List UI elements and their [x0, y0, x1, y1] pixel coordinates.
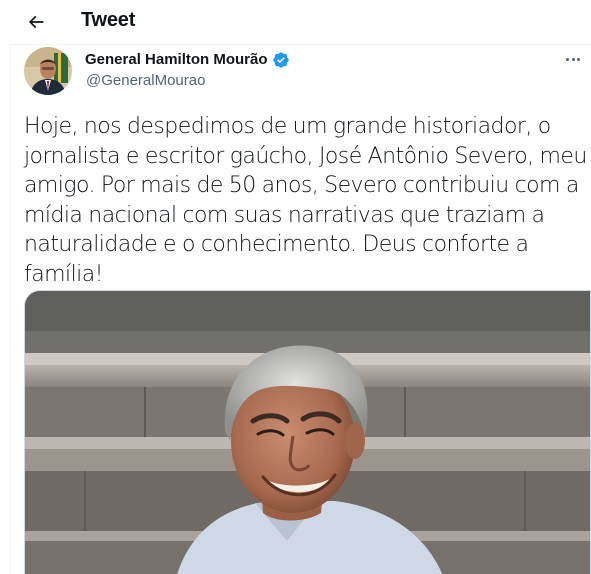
- author-avatar[interactable]: [24, 47, 72, 95]
- more-dot: [577, 57, 580, 61]
- verified-badge-icon: [273, 52, 289, 68]
- arrow-left-icon: [28, 15, 44, 29]
- tweet-text-line: Hoje, nos despedimos de um grande histor…: [24, 114, 551, 139]
- back-button[interactable]: [20, 6, 52, 38]
- author-handle[interactable]: @GeneralMourao: [86, 72, 205, 89]
- column-border: [10, 44, 11, 574]
- more-dot: [571, 57, 575, 61]
- header-divider: [10, 44, 591, 45]
- author-name[interactable]: General Hamilton Mourão: [85, 51, 268, 68]
- tweet-text-line: família!: [24, 261, 103, 287]
- more-options-button[interactable]: [566, 49, 591, 69]
- tweet-text-line: amigo. Por mais de 50 anos, Severo contr…: [24, 173, 579, 198]
- tweet-text-line: mídia nacional com suas narrativas que t…: [24, 202, 545, 228]
- tweet-photo[interactable]: [24, 290, 591, 574]
- tweet-text: Hoje, nos despedimos de um grande histor…: [24, 112, 587, 289]
- tweet-page: Tweet General Hamilton Mourão @GeneralMo…: [0, 0, 591, 574]
- tweet-text-line: naturalidade e o conhecimento. Deus conf…: [24, 232, 529, 257]
- page-title: Tweet: [81, 9, 136, 31]
- tweet-text-line: jornalista e escritor gaúcho, José Antôn…: [24, 143, 587, 169]
- more-horizontal-icon: [566, 57, 569, 61]
- top-bar: Tweet: [0, 0, 591, 44]
